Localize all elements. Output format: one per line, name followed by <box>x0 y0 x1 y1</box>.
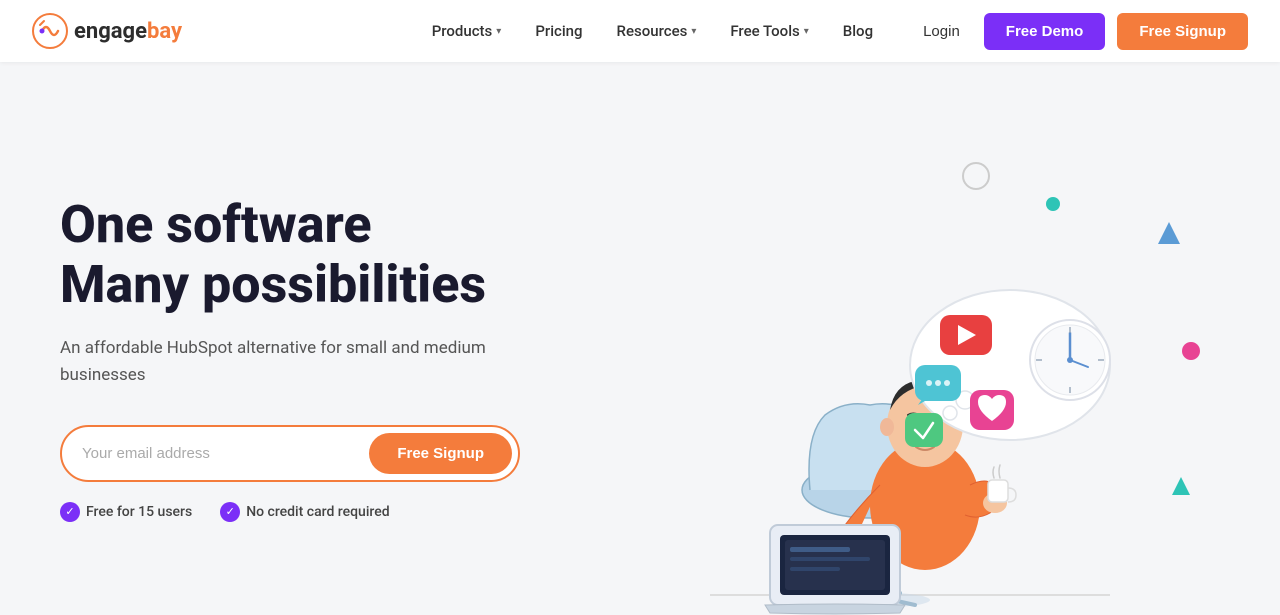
nav-pricing[interactable]: Pricing <box>521 14 596 48</box>
nav-products[interactable]: Products ▾ <box>418 14 516 48</box>
nav-buttons: Login Free Demo Free Signup <box>911 13 1248 50</box>
badge-free-users: ✓ Free for 15 users <box>60 502 192 522</box>
hero-content: One software Many possibilities An affor… <box>60 195 600 522</box>
chevron-down-icon: ▾ <box>496 26 501 37</box>
nav-blog[interactable]: Blog <box>829 14 887 48</box>
main-illustration <box>650 195 1170 615</box>
hero-title: One software Many possibilities <box>60 195 600 315</box>
hero-section: One software Many possibilities An affor… <box>0 62 1280 615</box>
deco-circle <box>962 162 990 190</box>
nav-free-tools[interactable]: Free Tools ▾ <box>716 14 822 48</box>
logo-engage: engage <box>74 19 147 44</box>
form-signup-button[interactable]: Free Signup <box>369 433 512 474</box>
trust-badges: ✓ Free for 15 users ✓ No credit card req… <box>60 502 600 522</box>
email-signup-form: Free Signup <box>60 425 520 482</box>
nav-links: Products ▾ Pricing Resources ▾ Free Tool… <box>418 14 887 48</box>
deco-pink-dot <box>1182 342 1200 360</box>
check-icon-1: ✓ <box>60 502 80 522</box>
hero-subtitle: An affordable HubSpot alternative for sm… <box>60 335 540 389</box>
logo-bay: bay <box>147 19 182 44</box>
chevron-down-icon: ▾ <box>804 26 809 37</box>
nav-resources[interactable]: Resources ▾ <box>603 14 711 48</box>
login-button[interactable]: Login <box>911 15 972 48</box>
badge-no-credit-card: ✓ No credit card required <box>220 502 389 522</box>
hero-illustration <box>600 102 1220 615</box>
logo[interactable]: engagebay <box>32 13 182 49</box>
deco-triangle-teal <box>1172 477 1190 495</box>
email-input[interactable] <box>82 445 369 462</box>
chevron-down-icon: ▾ <box>691 26 696 37</box>
free-demo-button[interactable]: Free Demo <box>984 13 1106 50</box>
free-signup-nav-button[interactable]: Free Signup <box>1117 13 1248 50</box>
check-icon-2: ✓ <box>220 502 240 522</box>
navbar: engagebay Products ▾ Pricing Resources ▾… <box>0 0 1280 62</box>
